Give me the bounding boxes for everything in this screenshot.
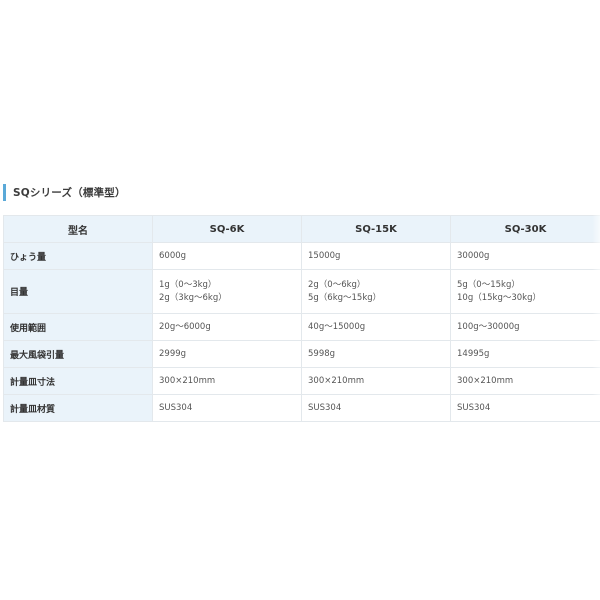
table-cell: 300×210mm [301,367,451,395]
table-row-range: 使用範囲 20g～6000g 40g～15000g 100g～30000g [3,313,600,341]
table-cell: 1g（0～3kg） 2g（3kg～6kg） [152,269,302,314]
table-cell: 40g～15000g [301,313,451,341]
table-cell: SUS304 [301,394,451,422]
row-label-capacity: ひょう量 [3,242,153,270]
table-cell: 300×210mm [450,367,600,395]
heading-accent-bar [3,184,6,201]
table-cell: 6000g [152,242,302,270]
spec-table: 型名 SQ-6K SQ-15K SQ-30K ひょう量 6000g 15000g… [3,215,600,422]
table-row-tare: 最大風袋引量 2999g 5998g 14995g [3,340,600,368]
header-label: 型名 [3,215,153,243]
table-cell: 15000g [301,242,451,270]
table-cell: SUS304 [450,394,600,422]
table-cell: 300×210mm [152,367,302,395]
row-label-division: 目量 [3,269,153,314]
header-model-sq-6k: SQ-6K [152,215,302,243]
table-cell: 5998g [301,340,451,368]
table-cell: 2999g [152,340,302,368]
spec-page: SQシリーズ（標準型） 型名 SQ-6K SQ-15K SQ-30K ひょう量 … [0,0,600,600]
table-cell: 5g（0～15kg） 10g（15kg～30kg） [450,269,600,314]
table-cell: 20g～6000g [152,313,302,341]
table-cell: 2g（0～6kg） 5g（6kg～15kg） [301,269,451,314]
table-row-division: 目量 1g（0～3kg） 2g（3kg～6kg） 2g（0～6kg） 5g（6k… [3,269,600,314]
section-title: SQシリーズ（標準型） [13,187,126,199]
table-cell: 100g～30000g [450,313,600,341]
table-header-row: 型名 SQ-6K SQ-15K SQ-30K [3,215,600,243]
table-cell: SUS304 [152,394,302,422]
table-row-pan-material: 計量皿材質 SUS304 SUS304 SUS304 [3,394,600,422]
table-row-pan-size: 計量皿寸法 300×210mm 300×210mm 300×210mm [3,367,600,395]
table-cell: 30000g [450,242,600,270]
row-label-tare: 最大風袋引量 [3,340,153,368]
header-model-sq-15k: SQ-15K [301,215,451,243]
row-label-pan-material: 計量皿材質 [3,394,153,422]
table-row-capacity: ひょう量 6000g 15000g 30000g [3,242,600,270]
header-model-sq-30k: SQ-30K [450,215,600,243]
section-heading: SQシリーズ（標準型） [3,184,126,201]
row-label-pan-size: 計量皿寸法 [3,367,153,395]
table-cell: 14995g [450,340,600,368]
row-label-range: 使用範囲 [3,313,153,341]
